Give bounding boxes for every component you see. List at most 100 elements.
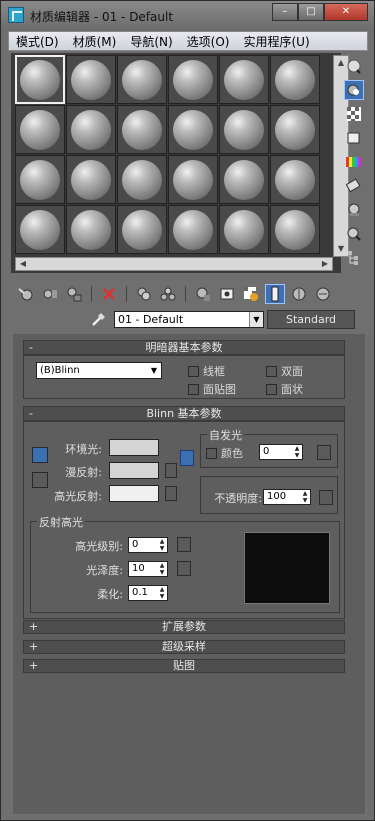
specular-color-swatch[interactable] bbox=[109, 485, 159, 502]
self-illum-spinner[interactable]: 0 ▲ ▼ bbox=[259, 444, 303, 460]
show-shaded-in-viewport-icon[interactable] bbox=[242, 285, 260, 303]
minimize-button[interactable]: – bbox=[272, 3, 298, 21]
menu-material[interactable]: 材质(M) bbox=[66, 33, 124, 50]
checkbox-box[interactable] bbox=[266, 383, 277, 395]
menu-utilities[interactable]: 实用程序(U) bbox=[236, 33, 316, 50]
eyedropper-icon[interactable] bbox=[90, 310, 108, 328]
make-preview-icon[interactable] bbox=[345, 177, 363, 195]
sample-slot[interactable] bbox=[66, 155, 116, 204]
go-forward-to-sibling-icon[interactable] bbox=[314, 285, 332, 303]
put-to-scene-icon[interactable] bbox=[41, 285, 59, 303]
sample-slot[interactable] bbox=[66, 55, 116, 104]
chevron-down-icon[interactable]: ▼ bbox=[249, 312, 263, 327]
maximize-button[interactable]: □ bbox=[298, 3, 324, 21]
diffuse-map-button[interactable] bbox=[165, 463, 177, 478]
sample-slot[interactable] bbox=[168, 105, 218, 154]
go-to-parent-icon[interactable] bbox=[290, 285, 308, 303]
show-end-result-icon[interactable] bbox=[265, 284, 285, 304]
sample-slot[interactable] bbox=[270, 55, 320, 104]
material-sphere-preview bbox=[122, 159, 162, 200]
extended-params-rollout[interactable]: + 扩展参数 bbox=[23, 620, 345, 634]
supersampling-rollout[interactable]: + 超级采样 bbox=[23, 640, 345, 654]
sample-slot[interactable] bbox=[66, 105, 116, 154]
menu-options[interactable]: 选项(O) bbox=[180, 33, 237, 50]
spinner-arrows-icon[interactable]: ▲ ▼ bbox=[157, 562, 167, 576]
assign-to-selection-icon[interactable] bbox=[65, 285, 83, 303]
parameters-scrollbar[interactable] bbox=[367, 334, 372, 814]
sample-slot[interactable] bbox=[15, 155, 65, 204]
material-type-button[interactable]: Standard bbox=[267, 310, 355, 329]
sample-slot[interactable] bbox=[66, 205, 116, 254]
close-button[interactable]: ✕ bbox=[324, 3, 368, 21]
opacity-map-button[interactable] bbox=[319, 490, 333, 505]
reset-map-icon[interactable] bbox=[100, 285, 118, 303]
select-by-material-icon[interactable] bbox=[345, 225, 363, 243]
slots-horizontal-scrollbar[interactable]: ◀ ▶ bbox=[15, 257, 333, 271]
uv-tiling-icon[interactable] bbox=[345, 129, 363, 147]
sample-slot[interactable] bbox=[219, 55, 269, 104]
self-illum-color-checkbox[interactable]: 颜色 bbox=[206, 445, 243, 461]
checkbox-box[interactable] bbox=[188, 365, 199, 377]
sample-slot[interactable] bbox=[168, 155, 218, 204]
specular-level-spinner[interactable]: 0 ▲ ▼ bbox=[128, 537, 168, 553]
two-sided-checkbox[interactable]: 双面 bbox=[266, 363, 303, 379]
maps-rollout[interactable]: + 贴图 bbox=[23, 659, 345, 673]
self-illum-map-button[interactable] bbox=[317, 445, 331, 460]
material-name-field[interactable]: 01 - Default ▼ bbox=[114, 311, 264, 328]
spinner-arrows-icon[interactable]: ▲ ▼ bbox=[300, 490, 310, 504]
shader-basic-rollout-header[interactable]: - 明暗器基本参数 bbox=[23, 340, 345, 355]
lock-ambient-diffuse-icon[interactable] bbox=[32, 447, 48, 463]
background-icon[interactable] bbox=[345, 105, 363, 123]
put-to-library-icon[interactable] bbox=[194, 285, 212, 303]
diffuse-color-swatch[interactable] bbox=[109, 462, 159, 479]
sample-type-icon[interactable] bbox=[345, 57, 363, 75]
checkbox-box[interactable] bbox=[266, 365, 277, 377]
sample-slot[interactable] bbox=[15, 105, 65, 154]
sample-slot[interactable] bbox=[117, 105, 167, 154]
lock-icon[interactable] bbox=[180, 450, 194, 466]
checkbox-box[interactable] bbox=[188, 383, 199, 395]
ambient-color-swatch[interactable] bbox=[109, 439, 159, 456]
specular-map-button[interactable] bbox=[165, 486, 177, 501]
backlight-icon[interactable] bbox=[344, 80, 364, 100]
opacity-spinner[interactable]: 100 ▲ ▼ bbox=[263, 489, 311, 505]
face-map-checkbox[interactable]: 面贴图 bbox=[188, 381, 236, 397]
faceted-checkbox[interactable]: 面状 bbox=[266, 381, 303, 397]
sample-slot[interactable] bbox=[15, 205, 65, 254]
sample-slot[interactable] bbox=[219, 155, 269, 204]
specular-level-map-button[interactable] bbox=[177, 537, 191, 552]
copy-material-icon[interactable] bbox=[135, 285, 153, 303]
spinner-arrows-icon[interactable]: ▲ ▼ bbox=[292, 445, 302, 459]
lock-diffuse-specular-icon[interactable] bbox=[32, 472, 48, 488]
sample-slot[interactable] bbox=[270, 155, 320, 204]
shader-type-dropdown[interactable]: (B)Blinn ▼ bbox=[36, 362, 162, 379]
soften-spinner[interactable]: 0.1 ▲ ▼ bbox=[128, 585, 168, 601]
spinner-arrows-icon[interactable]: ▲ ▼ bbox=[157, 538, 167, 552]
scroll-right-icon[interactable]: ▶ bbox=[318, 258, 332, 270]
spinner-arrows-icon[interactable]: ▲ ▼ bbox=[157, 586, 167, 600]
scroll-left-icon[interactable]: ◀ bbox=[16, 258, 30, 270]
sample-slot[interactable] bbox=[168, 205, 218, 254]
make-unique-icon[interactable] bbox=[159, 285, 177, 303]
sample-slot[interactable] bbox=[270, 205, 320, 254]
sample-slot[interactable] bbox=[270, 105, 320, 154]
video-color-check-icon[interactable] bbox=[345, 153, 363, 171]
sample-slot[interactable] bbox=[219, 105, 269, 154]
menu-navigation[interactable]: 导航(N) bbox=[123, 33, 179, 50]
material-navigator-icon[interactable] bbox=[345, 249, 363, 267]
material-id-channel-icon[interactable] bbox=[218, 285, 236, 303]
sample-slot[interactable] bbox=[117, 155, 167, 204]
sample-slot[interactable] bbox=[168, 55, 218, 104]
checkbox-box[interactable] bbox=[206, 447, 217, 459]
blinn-basic-rollout-header[interactable]: - Blinn 基本参数 bbox=[23, 406, 345, 421]
menu-mode[interactable]: 模式(D) bbox=[9, 33, 66, 50]
glossiness-map-button[interactable] bbox=[177, 561, 191, 576]
wire-checkbox[interactable]: 线框 bbox=[188, 363, 225, 379]
sample-slot[interactable] bbox=[15, 55, 65, 104]
glossiness-spinner[interactable]: 10 ▲ ▼ bbox=[128, 561, 168, 577]
sample-slot[interactable] bbox=[117, 55, 167, 104]
sample-slot[interactable] bbox=[117, 205, 167, 254]
get-material-icon[interactable] bbox=[17, 285, 35, 303]
options-icon[interactable] bbox=[345, 201, 363, 219]
sample-slot[interactable] bbox=[219, 205, 269, 254]
